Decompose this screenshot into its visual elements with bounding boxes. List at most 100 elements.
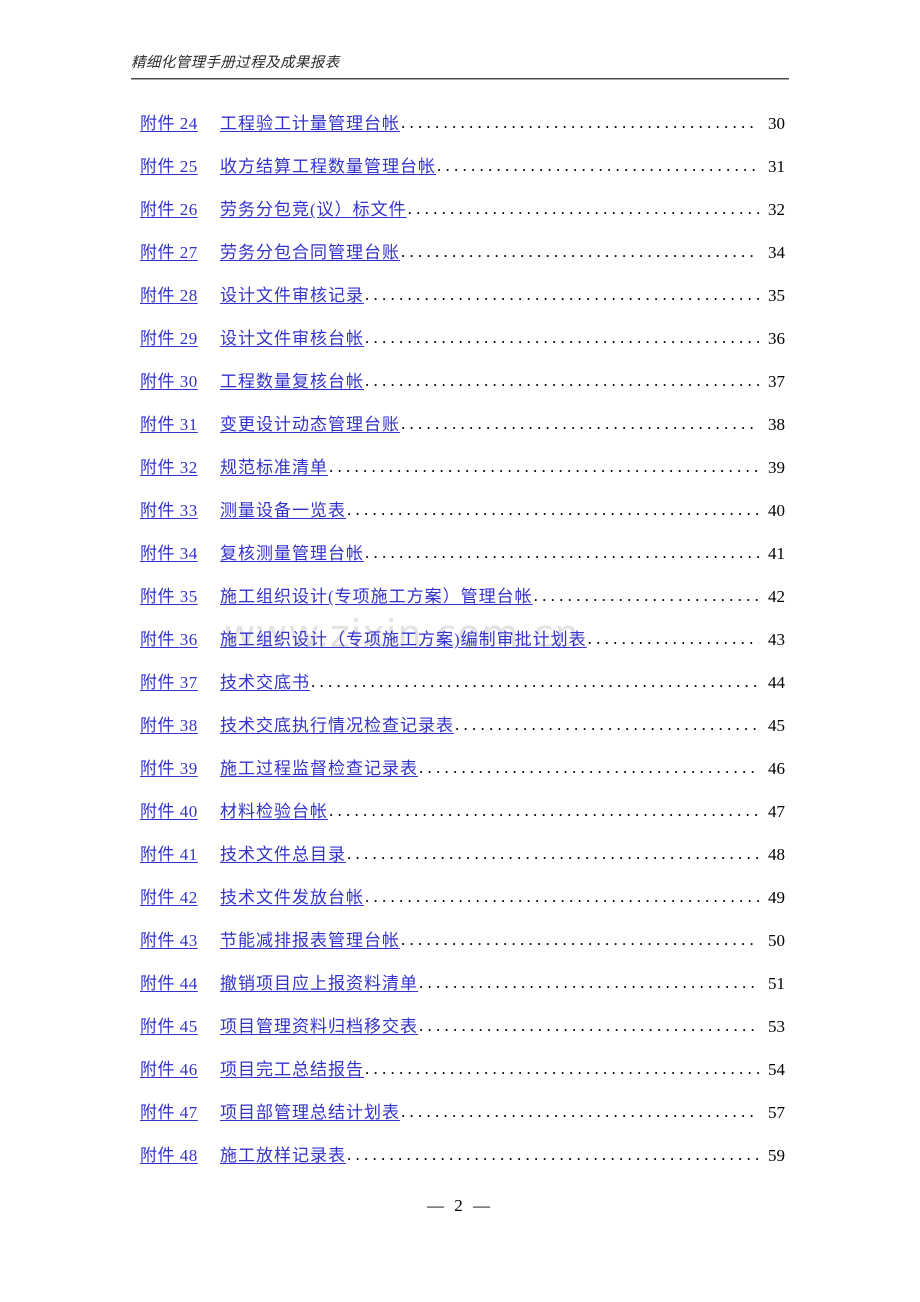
toc-entry-title[interactable]: 技术文件发放台帐: [220, 886, 364, 910]
toc-entry-title[interactable]: 设计文件审核记录: [220, 284, 364, 308]
toc-entry-tag[interactable]: 附件 48: [140, 1144, 220, 1168]
toc-entry-title[interactable]: 测量设备一览表: [220, 499, 346, 523]
toc-dot-leader: [588, 627, 759, 645]
toc-entry[interactable]: 附件 30工程数量复核台帐 37: [140, 369, 785, 412]
toc-entry[interactable]: 附件 35施工组织设计(专项施工方案）管理台帐 42: [140, 584, 785, 627]
toc-dot-leader: [365, 369, 759, 387]
toc-entry-title[interactable]: 劳务分包合同管理台账: [220, 241, 400, 265]
toc-entry[interactable]: 附件 28设计文件审核记录 35: [140, 283, 785, 326]
toc-entry-title[interactable]: 工程数量复核台帐: [220, 370, 364, 394]
toc-entry-title[interactable]: 工程验工计量管理台帐: [220, 112, 400, 136]
toc-entry-title[interactable]: 施工组织设计(专项施工方案）管理台帐: [220, 585, 533, 609]
toc-entry-tag[interactable]: 附件 27: [140, 241, 220, 265]
toc-entry-title[interactable]: 收方结算工程数量管理台帐: [220, 155, 436, 179]
toc-entry-title[interactable]: 变更设计动态管理台账: [220, 413, 400, 437]
toc-entry-title[interactable]: 施工过程监督检查记录表: [220, 757, 418, 781]
toc-entry-tag[interactable]: 附件 47: [140, 1101, 220, 1125]
toc-entry-tag[interactable]: 附件 46: [140, 1058, 220, 1082]
toc-entry[interactable]: 附件 44撤销项目应上报资料清单 51: [140, 971, 785, 1014]
toc-entry[interactable]: 附件 34复核测量管理台帐 41: [140, 541, 785, 584]
toc-entry-tag[interactable]: 附件 29: [140, 327, 220, 351]
toc-entry-title[interactable]: 规范标准清单: [220, 456, 328, 480]
toc-entry-title[interactable]: 节能减排报表管理台帐: [220, 929, 400, 953]
toc-entry[interactable]: 附件 26劳务分包竞(议）标文件 32: [140, 197, 785, 240]
toc-entry[interactable]: 附件 42技术文件发放台帐 49: [140, 885, 785, 928]
toc-entry-title[interactable]: 项目完工总结报告: [220, 1058, 364, 1082]
toc-entry-page-number: 40: [768, 501, 785, 520]
toc-entry-tag[interactable]: 附件 40: [140, 800, 220, 824]
toc-entry-tag[interactable]: 附件 38: [140, 714, 220, 738]
toc-dot-leader: [408, 197, 759, 215]
toc-entry-tag[interactable]: 附件 24: [140, 112, 220, 136]
toc-entry-page-number: 31: [768, 157, 785, 176]
toc-entry-title[interactable]: 施工组织设计（专项施工方案)编制审批计划表: [220, 628, 587, 652]
toc-entry-tag[interactable]: 附件 25: [140, 155, 220, 179]
toc-entry-tag[interactable]: 附件 43: [140, 929, 220, 953]
toc-entry-tag[interactable]: 附件 45: [140, 1015, 220, 1039]
toc-entry-title[interactable]: 材料检验台帐: [220, 800, 328, 824]
toc-entry[interactable]: 附件 36施工组织设计（专项施工方案)编制审批计划表 43: [140, 627, 785, 670]
toc-dot-leader: [347, 498, 759, 516]
toc-dot-leader: [365, 1057, 759, 1075]
toc-entry-page-number: 54: [768, 1060, 785, 1079]
toc-entry[interactable]: 附件 33测量设备一览表 40: [140, 498, 785, 541]
toc-entry[interactable]: 附件 47项目部管理总结计划表 57: [140, 1100, 785, 1143]
toc-entry-page-number: 34: [768, 243, 785, 262]
toc-entry-tag[interactable]: 附件 30: [140, 370, 220, 394]
header-divider: [131, 78, 789, 80]
table-of-contents: 附件 24工程验工计量管理台帐30附件 25收方结算工程数量管理台帐31附件 2…: [140, 111, 785, 1186]
toc-entry-tag[interactable]: 附件 42: [140, 886, 220, 910]
toc-entry-page-number: 30: [768, 114, 785, 133]
toc-entry-tag[interactable]: 附件 28: [140, 284, 220, 308]
toc-entry-page-number: 50: [768, 931, 785, 950]
toc-entry[interactable]: 附件 43节能减排报表管理台帐 50: [140, 928, 785, 971]
toc-entry-page-number: 41: [768, 544, 785, 563]
toc-entry[interactable]: 附件 41技术文件总目录 48: [140, 842, 785, 885]
page-header: 精细化管理手册过程及成果报表: [131, 52, 789, 80]
toc-entry-title[interactable]: 设计文件审核台帐: [220, 327, 364, 351]
toc-entry-tag[interactable]: 附件 41: [140, 843, 220, 867]
toc-entry-page-number: 59: [768, 1146, 785, 1165]
toc-entry-title[interactable]: 技术文件总目录: [220, 843, 346, 867]
toc-entry-title[interactable]: 复核测量管理台帐: [220, 542, 364, 566]
toc-entry-title[interactable]: 项目管理资料归档移交表: [220, 1015, 418, 1039]
toc-entry-tag[interactable]: 附件 31: [140, 413, 220, 437]
toc-entry[interactable]: 附件 39施工过程监督检查记录表 46: [140, 756, 785, 799]
toc-entry-page-number: 38: [768, 415, 785, 434]
toc-entry[interactable]: 附件 46项目完工总结报告 54: [140, 1057, 785, 1100]
toc-entry[interactable]: 附件 32规范标准清单 39: [140, 455, 785, 498]
toc-dot-leader: [401, 412, 759, 430]
toc-entry-tag[interactable]: 附件 39: [140, 757, 220, 781]
toc-entry[interactable]: 附件 29设计文件审核台帐 36: [140, 326, 785, 369]
toc-entry-page-number: 49: [768, 888, 785, 907]
toc-entry[interactable]: 附件 31变更设计动态管理台账 38: [140, 412, 785, 455]
toc-entry-title[interactable]: 技术交底执行情况检查记录表: [220, 714, 454, 738]
toc-dot-leader: [311, 670, 759, 688]
toc-entry[interactable]: 附件 40材料检验台帐 47: [140, 799, 785, 842]
toc-entry[interactable]: 附件 24工程验工计量管理台帐 30: [140, 111, 785, 154]
toc-entry-tag[interactable]: 附件 44: [140, 972, 220, 996]
toc-entry[interactable]: 附件 45项目管理资料归档移交表 53: [140, 1014, 785, 1057]
toc-entry[interactable]: 附件 27劳务分包合同管理台账 34: [140, 240, 785, 283]
toc-entry-title[interactable]: 施工放样记录表: [220, 1144, 346, 1168]
toc-entry[interactable]: 附件 25收方结算工程数量管理台帐 31: [140, 154, 785, 197]
toc-entry-tag[interactable]: 附件 37: [140, 671, 220, 695]
toc-entry-title[interactable]: 技术交底书: [220, 671, 310, 695]
toc-entry[interactable]: 附件 38技术交底执行情况检查记录表 45: [140, 713, 785, 756]
toc-entry-page-number: 42: [768, 587, 785, 606]
toc-entry-tag[interactable]: 附件 33: [140, 499, 220, 523]
toc-entry[interactable]: 附件 37技术交底书 44: [140, 670, 785, 713]
toc-dot-leader: [365, 283, 759, 301]
toc-entry-tag[interactable]: 附件 36: [140, 628, 220, 652]
toc-entry-tag[interactable]: 附件 26: [140, 198, 220, 222]
toc-entry-title[interactable]: 劳务分包竞(议）标文件: [220, 198, 407, 222]
toc-entry[interactable]: 附件 48施工放样记录表 59: [140, 1143, 785, 1186]
document-page: 精细化管理手册过程及成果报表 www.zixin.com.cn 附件 24 工程验…: [0, 0, 920, 1302]
toc-entry-page-number: 51: [768, 974, 785, 993]
toc-entry-title[interactable]: 项目部管理总结计划表: [220, 1101, 400, 1125]
toc-entry-tag[interactable]: 附件 32: [140, 456, 220, 480]
toc-dot-leader: [419, 756, 759, 774]
toc-entry-title[interactable]: 撤销项目应上报资料清单: [220, 972, 418, 996]
toc-entry-tag[interactable]: 附件 35: [140, 585, 220, 609]
toc-entry-tag[interactable]: 附件 34: [140, 542, 220, 566]
